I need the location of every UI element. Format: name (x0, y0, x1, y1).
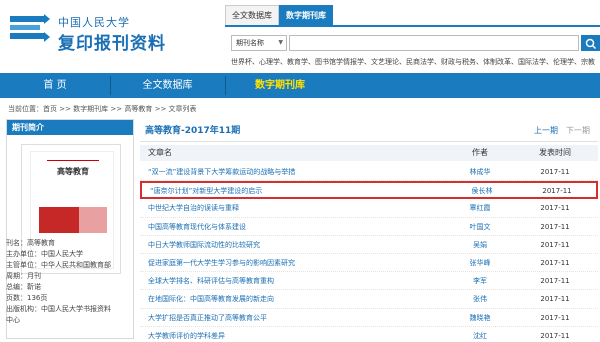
journal-meta: 刊名：高等教育 主办单位：中国人民大学 主管单位：中华人民共和国教育部 周期：月… (6, 238, 134, 326)
logo-text-line2: 复印报刊资料 (58, 34, 166, 54)
article-title-link[interactable]: “双一流”建设背景下大学筹款运动的战略与举措 (148, 163, 448, 181)
article-author-link[interactable]: 侯长林 (457, 182, 507, 200)
article-author-link[interactable]: 覃红霞 (455, 199, 505, 217)
article-author-link[interactable]: 沈红 (455, 327, 505, 342)
column-header-date: 发表时间 (539, 148, 571, 157)
article-date: 2017-11 (540, 295, 570, 304)
article-date: 2017-11 (540, 168, 570, 176)
site-header: 中国人民大学 复印报刊资料 全文数据库 数字期刊库 期刊名称 ▼ 世界杯、心理学… (0, 0, 600, 73)
column-header-author: 作者 (472, 148, 488, 157)
article-table: “双一流”建设背景下大学筹款运动的战略与举措 林成华 2017-11 “唐奈尔计划”对… (140, 163, 598, 342)
site-logo[interactable]: 中国人民大学 复印报刊资料 (8, 10, 233, 54)
table-row: 全球大学排名、科研评估与高等教育重构 李军 2017-11 (140, 272, 598, 291)
meta-row: 出版机构：中国人民大学书报资料 (6, 305, 111, 313)
table-row: 大学扩招是否真正推动了高等教育公平 魏晓艳 2017-11 (140, 309, 598, 327)
meta-row: 页数：136页 (6, 294, 48, 302)
table-row: 中日大学教师国际流动性的比较研究 吴娟 2017-11 (140, 236, 598, 254)
search-field-label: 期刊名称 (236, 39, 264, 47)
breadcrumb[interactable]: 当前位置：首页 >> 数字期刊库 >> 高等教育 >> 文章列表 (0, 104, 600, 116)
meta-row: 主管单位：中华人民共和国教育部 (6, 261, 111, 269)
table-row: 中国高等教育现代化与体系建设 叶国文 2017-11 (140, 218, 598, 236)
article-author-link[interactable]: 李军 (455, 272, 505, 290)
chevron-down-icon: ▼ (278, 39, 283, 46)
table-row: 在地国际化：中国高等教育发展的新走向 张伟 2017-11 (140, 290, 598, 309)
cover-title: 高等教育 (57, 167, 89, 176)
next-issue-link[interactable]: 下一期 (566, 125, 590, 136)
meta-row: 主办单位：中国人民大学 (6, 250, 83, 258)
article-title-link[interactable]: 全球大学排名、科研评估与高等教育重构 (148, 272, 448, 290)
article-title-link[interactable]: 中日大学教师国际流动性的比较研究 (148, 236, 448, 254)
search-tabs: 全文数据库 数字期刊库 (225, 5, 333, 25)
article-author-link[interactable]: 魏晓艳 (455, 309, 505, 327)
article-date: 2017-11 (540, 277, 570, 286)
column-header-title: 文章名 (148, 148, 172, 157)
table-row: 大学教师评价的学科差异 沈红 2017-11 (140, 327, 598, 342)
logo-icon (10, 14, 50, 42)
article-author-link[interactable]: 吴娟 (455, 236, 505, 254)
article-date: 2017-11 (540, 204, 570, 213)
article-date: 2017-11 (540, 240, 570, 249)
article-title-link[interactable]: “唐奈尔计划”对新型大学建设的启示 (150, 182, 450, 200)
meta-row: 刊名：高等教育 (6, 239, 55, 247)
table-row: 促进家庭第一代大学生学习参与的影响因素研究 张华峰 2017-11 (140, 254, 598, 273)
cover-rule (47, 160, 99, 161)
search-panel: 全文数据库 数字期刊库 期刊名称 ▼ 世界杯、心理学、教育学、图书馆学情报学、文… (225, 5, 600, 71)
article-title-link[interactable]: 促进家庭第一代大学生学习参与的影响因素研究 (148, 254, 448, 272)
logo-text-line1: 中国人民大学 (58, 16, 130, 29)
cover-graphic (79, 207, 107, 233)
article-title-link[interactable]: 中世纪大学自治的误读与重释 (148, 199, 448, 217)
nav-fulltext-db[interactable]: 全文数据库 (110, 73, 225, 98)
search-field-select[interactable]: 期刊名称 ▼ (231, 35, 287, 51)
tab-digital-journals[interactable]: 数字期刊库 (279, 5, 333, 25)
prev-issue-link[interactable]: 上一期 (534, 125, 558, 136)
article-list-panel: 高等教育-2017年11期 上一期 下一期 文章名 作者 发表时间 “双一流”建… (140, 119, 598, 342)
search-button[interactable] (581, 35, 600, 51)
article-title-link[interactable]: 中国高等教育现代化与体系建设 (148, 218, 448, 236)
meta-row: 中心 (6, 316, 20, 324)
article-title-link[interactable]: 在地国际化：中国高等教育发展的新走向 (148, 290, 448, 308)
nav-digital-journals[interactable]: 数字期刊库 (225, 73, 335, 98)
table-header: 文章名 作者 发表时间 (140, 145, 598, 161)
article-author-link[interactable]: 林成华 (455, 163, 505, 181)
article-date: 2017-11 (540, 313, 570, 322)
article-author-link[interactable]: 张华峰 (455, 254, 505, 272)
nav-home[interactable]: 首 页 (0, 73, 110, 98)
search-box: 期刊名称 ▼ 世界杯、心理学、教育学、图书馆学情报学、文艺理论、民商法学、财政与… (225, 25, 600, 71)
table-row: “双一流”建设背景下大学筹款运动的战略与举措 林成华 2017-11 (140, 163, 598, 182)
meta-row: 周期：月刊 (6, 272, 41, 280)
cover-graphic (39, 207, 79, 233)
article-title-link[interactable]: 大学教师评价的学科差异 (148, 327, 448, 342)
tab-fulltext[interactable]: 全文数据库 (225, 5, 279, 25)
divider (140, 141, 598, 142)
meta-row: 总编：靳诺 (6, 283, 41, 291)
article-author-link[interactable]: 叶国文 (455, 218, 505, 236)
article-date: 2017-11 (542, 187, 572, 196)
table-row: 中世纪大学自治的误读与重释 覃红霞 2017-11 (140, 199, 598, 218)
article-date: 2017-11 (540, 258, 570, 267)
article-date: 2017-11 (540, 222, 570, 231)
table-row-highlighted: “唐奈尔计划”对新型大学建设的启示 侯长林 2017-11 (140, 181, 598, 200)
search-icon (585, 38, 597, 50)
article-date: 2017-11 (540, 331, 570, 340)
article-title-link[interactable]: 大学扩招是否真正推动了高等教育公平 (148, 309, 448, 327)
article-author-link[interactable]: 张伟 (455, 290, 505, 308)
search-input[interactable] (289, 35, 579, 51)
main-nav: 首 页 全文数据库 数字期刊库 (0, 73, 600, 98)
sidebar-heading: 期刊简介 (7, 120, 133, 135)
issue-title: 高等教育-2017年11期 (145, 126, 241, 136)
hot-keywords[interactable]: 世界杯、心理学、教育学、图书馆学情报学、文艺理论、民商法学、财政与税务、体制改革… (231, 57, 600, 67)
